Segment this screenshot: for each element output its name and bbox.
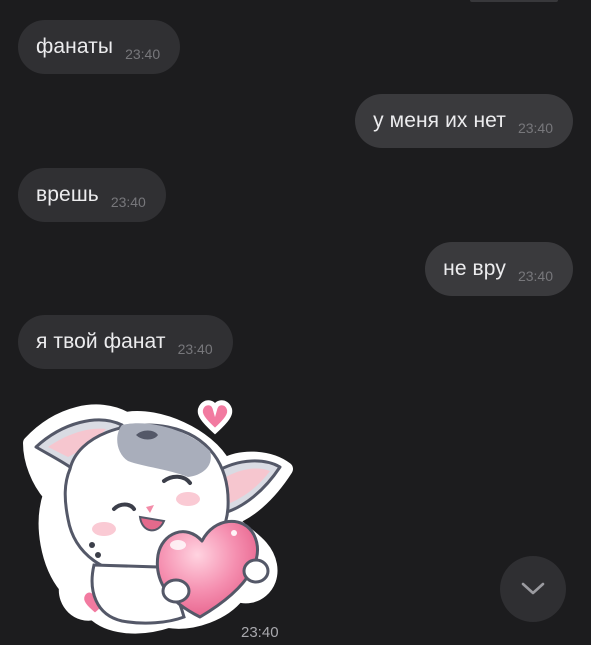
cat-heart-sticker[interactable]: [18, 395, 293, 635]
previous-message-edge: [470, 0, 558, 2]
message-time: 23:40: [125, 46, 161, 62]
message-time: 23:40: [110, 194, 146, 210]
message-text: фанаты: [36, 35, 114, 58]
message-time: 23:40: [177, 341, 213, 357]
message-text: не вру: [443, 257, 506, 280]
message-bubble-outgoing[interactable]: у меня их нет 23:40: [355, 94, 573, 148]
message-text: я твой фанат: [36, 330, 166, 353]
message-time: 23:40: [517, 268, 553, 284]
message-text: у меня их нет: [373, 109, 506, 132]
sticker-time: 23:40: [241, 624, 279, 641]
message-time: 23:40: [517, 120, 553, 136]
message-bubble-outgoing[interactable]: не вру 23:40: [425, 242, 573, 296]
cat-holding-heart-sticker-icon: [23, 400, 293, 634]
message-bubble-incoming[interactable]: я твой фанат 23:40: [18, 315, 233, 369]
chevron-down-icon: [521, 582, 545, 595]
message-bubble-incoming[interactable]: врешь 23:40: [18, 168, 166, 222]
scroll-to-bottom-button[interactable]: [500, 556, 566, 622]
message-text: врешь: [36, 183, 99, 206]
message-bubble-incoming[interactable]: фанаты 23:40: [18, 20, 181, 74]
